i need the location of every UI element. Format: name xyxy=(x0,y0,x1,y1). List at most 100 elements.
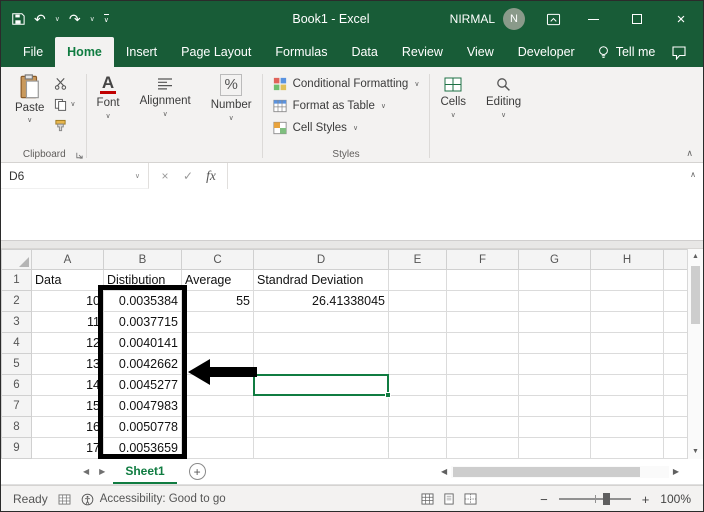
paste-button[interactable]: Paste ∨ xyxy=(9,72,50,146)
row-header-2[interactable]: 2 xyxy=(2,291,32,312)
scroll-right-icon[interactable]: ▶ xyxy=(669,467,683,476)
cell[interactable] xyxy=(664,270,688,291)
cell[interactable] xyxy=(664,417,688,438)
cell[interactable] xyxy=(664,375,688,396)
sheet-nav-left-icon[interactable]: ◀ xyxy=(83,467,89,476)
conditional-formatting-button[interactable]: Conditional Formatting ∨ xyxy=(269,74,424,93)
copy-button[interactable]: ∨ xyxy=(54,97,75,111)
redo-dropdown-icon[interactable]: ∨ xyxy=(90,15,95,23)
cell[interactable] xyxy=(447,354,519,375)
cell[interactable] xyxy=(519,270,591,291)
undo-icon[interactable]: ↶ xyxy=(34,12,46,26)
undo-dropdown-icon[interactable]: ∨ xyxy=(55,15,60,23)
accessibility-status[interactable]: Accessibility: Good to go xyxy=(81,493,226,506)
copy-dropdown-icon[interactable]: ∨ xyxy=(70,100,75,108)
row-header-7[interactable]: 7 xyxy=(2,396,32,417)
cell[interactable] xyxy=(447,375,519,396)
page-layout-view-icon[interactable] xyxy=(443,493,455,505)
cell[interactable] xyxy=(182,417,254,438)
cell-B5[interactable]: 0.0042662 xyxy=(104,354,182,375)
horizontal-scroll-track[interactable] xyxy=(451,466,669,478)
zoom-level[interactable]: 100% xyxy=(660,492,691,506)
comments-icon[interactable] xyxy=(671,37,687,67)
cell-A5[interactable]: 13 xyxy=(32,354,104,375)
cells-group-collapsed[interactable]: Cells ∨ xyxy=(430,70,476,162)
cell[interactable] xyxy=(519,417,591,438)
avatar[interactable]: N xyxy=(503,8,525,30)
cell[interactable] xyxy=(254,312,389,333)
horizontal-scrollbar[interactable]: ◀ ▶ xyxy=(437,465,683,479)
cell[interactable] xyxy=(182,354,254,375)
cell-D6-active[interactable] xyxy=(254,375,389,396)
maximize-button[interactable] xyxy=(615,1,659,37)
horizontal-scroll-thumb[interactable] xyxy=(453,467,640,477)
cell[interactable] xyxy=(182,438,254,459)
cell-B8[interactable]: 0.0050778 xyxy=(104,417,182,438)
row-header-9[interactable]: 9 xyxy=(2,438,32,459)
cancel-icon[interactable]: × xyxy=(154,169,176,183)
cell[interactable] xyxy=(389,417,447,438)
cell[interactable] xyxy=(182,396,254,417)
scroll-up-icon[interactable]: ▲ xyxy=(688,253,703,260)
cell[interactable] xyxy=(389,396,447,417)
cell[interactable] xyxy=(389,312,447,333)
sheet-tab-sheet1[interactable]: Sheet1 xyxy=(113,459,176,484)
row-header-4[interactable]: 4 xyxy=(2,333,32,354)
cell[interactable] xyxy=(664,396,688,417)
cell[interactable] xyxy=(182,375,254,396)
cell-B4[interactable]: 0.0040141 xyxy=(104,333,182,354)
cell-B7[interactable]: 0.0047983 xyxy=(104,396,182,417)
cell[interactable] xyxy=(591,396,664,417)
clipboard-dialog-launcher-icon[interactable] xyxy=(75,151,84,160)
cell[interactable] xyxy=(664,291,688,312)
paste-dropdown-icon[interactable]: ∨ xyxy=(27,116,32,124)
column-header-a[interactable]: A xyxy=(32,250,104,270)
cell[interactable] xyxy=(447,270,519,291)
cell[interactable] xyxy=(591,417,664,438)
cell-B1[interactable]: Distibution xyxy=(104,270,182,291)
zoom-out-icon[interactable]: − xyxy=(540,492,548,507)
tab-file[interactable]: File xyxy=(11,37,55,67)
formula-bar-expand-icon[interactable]: ∧ xyxy=(690,170,696,179)
cell-A1[interactable]: Data xyxy=(32,270,104,291)
add-sheet-button[interactable]: + xyxy=(189,463,206,480)
zoom-slider[interactable] xyxy=(559,498,631,500)
tab-view[interactable]: View xyxy=(455,37,506,67)
cell[interactable] xyxy=(389,291,447,312)
row-header-3[interactable]: 3 xyxy=(2,312,32,333)
zoom-slider-thumb[interactable] xyxy=(603,493,610,505)
close-button[interactable]: × xyxy=(659,1,703,37)
column-header-h[interactable]: H xyxy=(591,250,664,270)
cell[interactable] xyxy=(254,333,389,354)
cell-D2[interactable]: 26.41338045 xyxy=(254,291,389,312)
row-header-6[interactable]: 6 xyxy=(2,375,32,396)
cell[interactable] xyxy=(519,333,591,354)
cell-A7[interactable]: 15 xyxy=(32,396,104,417)
column-header-f[interactable]: F xyxy=(447,250,519,270)
cell[interactable] xyxy=(447,396,519,417)
cell-C1[interactable]: Average xyxy=(182,270,254,291)
sheet-nav-right-icon[interactable]: ▶ xyxy=(99,467,105,476)
tab-formulas[interactable]: Formulas xyxy=(263,37,339,67)
cell[interactable] xyxy=(389,333,447,354)
cell-styles-button[interactable]: Cell Styles ∨ xyxy=(269,118,424,137)
cell[interactable] xyxy=(389,375,447,396)
insert-function-icon[interactable]: fx xyxy=(200,168,222,184)
cell[interactable] xyxy=(591,438,664,459)
cell-C2[interactable]: 55 xyxy=(182,291,254,312)
cell[interactable] xyxy=(254,396,389,417)
column-header-b[interactable]: B xyxy=(104,250,182,270)
redo-icon[interactable]: ↷ xyxy=(69,12,81,26)
minimize-button[interactable] xyxy=(571,1,615,37)
cell[interactable] xyxy=(591,312,664,333)
cell[interactable] xyxy=(664,312,688,333)
record-macro-icon[interactable] xyxy=(58,494,71,505)
cell-A3[interactable]: 11 xyxy=(32,312,104,333)
cell-A9[interactable]: 17 xyxy=(32,438,104,459)
account-name[interactable]: NIRMAL xyxy=(450,12,495,26)
cell[interactable] xyxy=(591,354,664,375)
cell[interactable] xyxy=(519,375,591,396)
cell[interactable] xyxy=(664,438,688,459)
editing-group-collapsed[interactable]: Editing ∨ xyxy=(476,70,531,162)
cell[interactable] xyxy=(389,438,447,459)
